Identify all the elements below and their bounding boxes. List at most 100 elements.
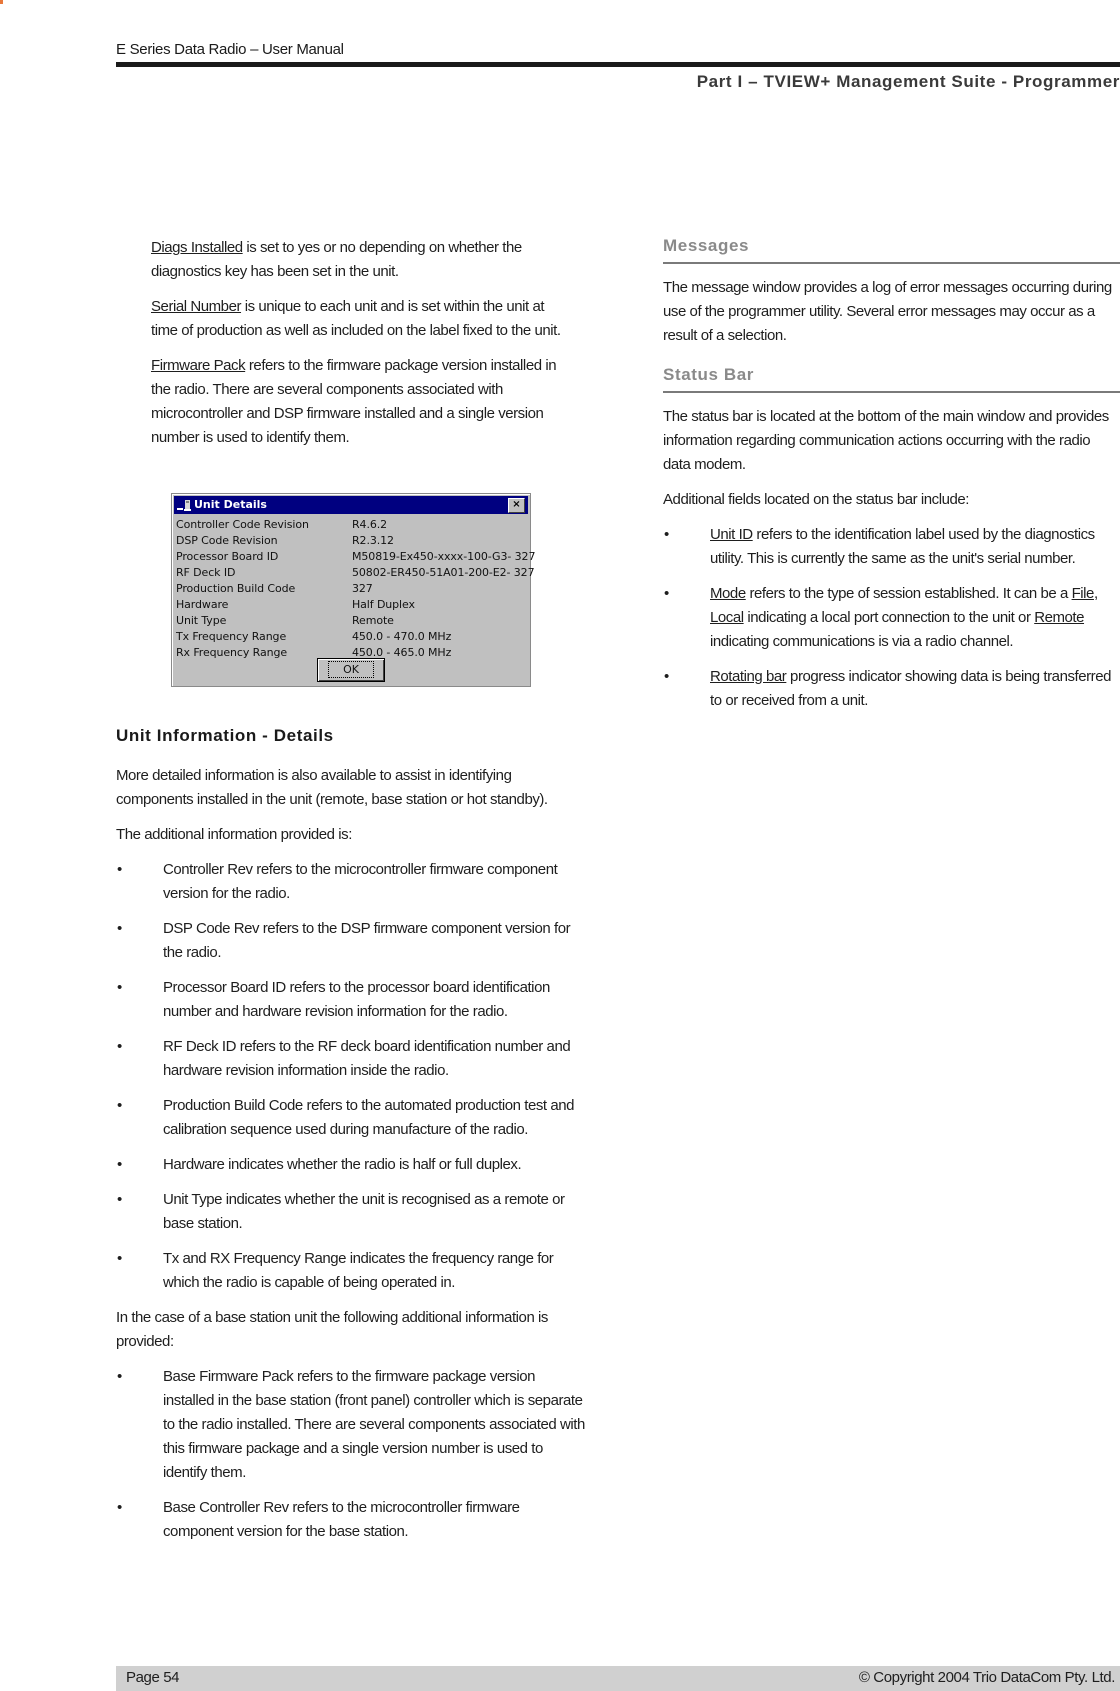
dialog-title: Unit Details (194, 498, 267, 511)
term-firmware-pack: Firmware Pack (151, 357, 246, 374)
list-item: • Processor Board ID refers to the proces… (116, 976, 586, 1024)
list-item: • Hardware indicates whether the radio is… (116, 1153, 586, 1177)
list-item-text: refers to the type of session establishe… (745, 585, 1072, 602)
detail-label: Unit Type (176, 614, 227, 627)
list-item: • Unit Type indicates whether the unit is… (116, 1188, 586, 1236)
bullet-icon: • (117, 1038, 122, 1055)
list-item-text: RF Deck ID refers to the RF deck board i… (163, 1038, 571, 1079)
term-file: File (1071, 585, 1095, 602)
unit-information-section: Unit Information - Details More detailed… (116, 724, 586, 1555)
messages-text: The message window provides a log of err… (663, 279, 1112, 344)
detail-row: RF Deck ID 50802-ER450-51A01-200-E2- 327 (176, 565, 535, 581)
section-heading-unit-information: Unit Information - Details (116, 726, 334, 745)
detail-label: Production Build Code (176, 582, 296, 595)
detail-row: DSP Code Revision R2.3.12 (176, 533, 528, 549)
status-bar-text: The status bar is located at the bottom … (663, 408, 1109, 473)
messages-section: Messages The message window provides a l… (663, 234, 1120, 348)
status-bar-section: Status Bar The status bar is located at … (663, 363, 1120, 713)
detail-row: Hardware Half Duplex (176, 597, 528, 613)
detail-value: R4.6.2 (352, 518, 388, 531)
bullet-icon: • (117, 1499, 122, 1516)
bullet-icon: • (117, 861, 122, 878)
bullet-icon: • (664, 668, 669, 685)
bullet-icon: • (117, 1097, 122, 1114)
detail-row: Tx Frequency Range 450.0 - 470.0 MHz (176, 629, 528, 645)
detail-row: Processor Board ID M50819-Ex450-xxxx-100-… (176, 549, 535, 565)
bullet-icon: • (117, 979, 122, 996)
paragraph-serial-number: Serial Number is unique to each unit and… (151, 295, 571, 343)
list-item-text: Unit Type indicates whether the unit is … (163, 1191, 565, 1232)
dialog-details-list: Controller Code Revision R4.6.2 DSP Code … (176, 517, 535, 661)
list-item-text: DSP Code Rev refers to the DSP firmware … (163, 920, 571, 961)
list-item-text: indicating a local port connection to th… (743, 609, 1035, 626)
list-item: • Base Firmware Pack refers to the firmwa… (116, 1365, 586, 1485)
detail-label: Processor Board ID (176, 550, 279, 563)
unit-info-lead: The additional information provided is: (116, 826, 352, 843)
ok-button[interactable]: OK (317, 658, 385, 682)
term-serial-number: Serial Number (151, 298, 242, 315)
corner-mark (0, 0, 3, 4)
list-item: • Production Build Code refers to the aut… (116, 1094, 586, 1142)
list-item-text: Base Firmware Pack refers to the firmwar… (163, 1368, 585, 1481)
term-remote: Remote (1034, 609, 1085, 626)
detail-label: Controller Code Revision (176, 518, 309, 531)
list-item: • DSP Code Rev refers to the DSP firmware… (116, 917, 586, 965)
list-item-text: Controller Rev refers to the microcontro… (163, 861, 558, 902)
bullet-icon: • (117, 920, 122, 937)
bullet-icon: • (664, 526, 669, 543)
list-item-text: refers to the identification label used … (710, 526, 1095, 567)
close-icon[interactable]: × (508, 498, 525, 513)
detail-value: 50802-ER450-51A01-200-E2- 327 (352, 566, 535, 579)
app-window-icon (177, 500, 191, 511)
list-item-mode: • Mode refers to the type of session esta… (663, 582, 1120, 654)
term-unit-id: Unit ID (710, 526, 753, 543)
part-title: Part I – TVIEW+ Management Suite - Progr… (696, 72, 1120, 91)
term-rotating-bar: Rotating bar (710, 668, 787, 685)
detail-value: R2.3.12 (352, 534, 394, 547)
list-item-text: Base Controller Rev refers to the microc… (163, 1499, 520, 1540)
bullet-icon: • (117, 1368, 122, 1385)
paragraph-firmware-pack: Firmware Pack refers to the firmware pac… (151, 354, 571, 450)
detail-label: Tx Frequency Range (176, 630, 287, 643)
list-item-text: Production Build Code refers to the auto… (163, 1097, 575, 1138)
detail-label: DSP Code Revision (176, 534, 278, 547)
bullet-icon: • (117, 1191, 122, 1208)
page-number: Page 54 (126, 1669, 180, 1686)
base-station-lead: In the case of a base station unit the f… (116, 1309, 548, 1350)
detail-row: Production Build Code 327 (176, 581, 528, 597)
paragraph-diags-installed: Diags Installed is set to yes or no depe… (151, 236, 571, 284)
list-item-text: Processor Board ID refers to the process… (163, 979, 550, 1020)
copyright: © Copyright 2004 Trio DataCom Pty. Ltd. (858, 1669, 1116, 1686)
unit-info-bullets: • Controller Rev refers to the microcontr… (116, 858, 586, 1295)
bullet-icon: • (664, 585, 669, 602)
page-footer: Page 54 © Copyright 2004 Trio DataCom Pt… (116, 1666, 1120, 1691)
list-item: • RF Deck ID refers to the RF deck board … (116, 1035, 586, 1083)
detail-label: RF Deck ID (176, 566, 236, 579)
bullet-icon: • (117, 1250, 122, 1267)
unit-info-intro: More detailed information is also availa… (116, 767, 548, 808)
list-item-text: Tx and RX Frequency Range indicates the … (163, 1250, 554, 1291)
detail-value: 327 (352, 582, 373, 595)
term-local: Local (710, 609, 744, 626)
list-item: • Tx and RX Frequency Range indicates the… (116, 1247, 586, 1295)
detail-row: Unit Type Remote (176, 613, 528, 629)
list-item: • Base Controller Rev refers to the micro… (116, 1496, 586, 1544)
detail-label: Rx Frequency Range (176, 646, 288, 659)
base-station-bullets: • Base Firmware Pack refers to the firmwa… (116, 1365, 586, 1544)
list-item-text: Hardware indicates whether the radio is … (163, 1156, 522, 1173)
list-item-unit-id: • Unit ID refers to the identification la… (663, 523, 1120, 571)
detail-value: Remote (352, 614, 394, 627)
detail-row: Controller Code Revision R4.6.2 (176, 517, 528, 533)
section-heading-status-bar: Status Bar (663, 363, 1120, 393)
list-item: • Controller Rev refers to the microcontr… (116, 858, 586, 906)
running-head: E Series Data Radio – User Manual (116, 41, 344, 58)
status-bar-lead: Additional fields located on the status … (663, 491, 969, 508)
detail-value: Half Duplex (352, 598, 415, 611)
detail-label: Hardware (176, 598, 229, 611)
dialog-title-bar: Unit Details × (174, 496, 528, 514)
unit-details-dialog: Unit Details × Controller Code Revision R… (171, 493, 535, 687)
bullet-icon: • (117, 1156, 122, 1173)
list-item-text: indicating communications is via a radio… (710, 633, 1014, 650)
detail-value: 450.0 - 470.0 MHz (352, 630, 452, 643)
status-bar-fields: • Unit ID refers to the identification la… (663, 523, 1120, 713)
